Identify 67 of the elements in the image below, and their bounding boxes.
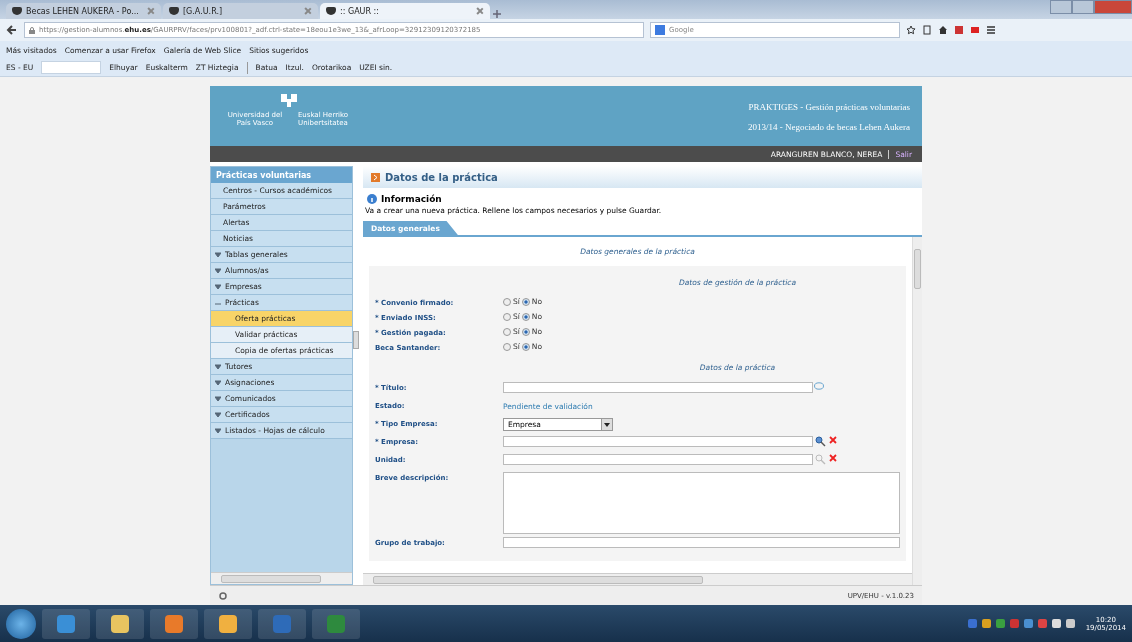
radio-button[interactable] — [503, 312, 511, 321]
caret-icon — [215, 251, 221, 258]
taskbar-button[interactable] — [42, 608, 90, 639]
collapse-handle[interactable] — [353, 331, 359, 349]
app-title: PRAKTIGES - Gestión prácticas voluntarias — [748, 102, 910, 112]
arrow-icon — [371, 172, 380, 182]
favicon-icon — [12, 7, 22, 15]
radio-button[interactable] — [503, 342, 511, 351]
caret-icon — [215, 379, 221, 386]
favicon-icon — [169, 7, 179, 15]
browser-tab[interactable]: [G.A.U.R.] — [163, 3, 318, 19]
close-icon[interactable] — [147, 7, 155, 15]
close-button[interactable] — [1094, 0, 1132, 14]
search-icon[interactable] — [815, 436, 826, 447]
speech-bubble-icon[interactable] — [813, 382, 824, 391]
input-field[interactable] — [503, 454, 813, 465]
sidebar-title: Prácticas voluntarias — [211, 167, 352, 183]
close-icon[interactable] — [304, 7, 312, 15]
star-icon[interactable] — [906, 25, 916, 35]
horizontal-scrollbar[interactable] — [211, 572, 352, 584]
caret-icon — [215, 363, 221, 370]
new-tab-icon[interactable] — [492, 9, 502, 19]
dictionary-field[interactable] — [41, 61, 102, 74]
description-field[interactable] — [503, 472, 900, 534]
addon-icon[interactable] — [954, 25, 964, 35]
close-icon[interactable] — [476, 7, 484, 15]
input-field[interactable] — [503, 382, 813, 393]
caret-icon — [215, 267, 221, 274]
caret-icon — [215, 395, 221, 402]
taskbar-button[interactable] — [96, 608, 144, 639]
radio-button[interactable] — [521, 312, 530, 321]
radio-button[interactable] — [503, 327, 511, 336]
caret-icon — [215, 427, 221, 434]
browser-tab[interactable]: :: GAUR :: — [320, 3, 490, 19]
back-icon[interactable] — [6, 24, 18, 36]
pdf-icon[interactable] — [970, 25, 980, 35]
input-field[interactable] — [503, 436, 813, 447]
favicon-icon — [326, 7, 336, 15]
home-icon[interactable] — [938, 25, 948, 35]
page-title: Datos de la práctica — [385, 171, 498, 183]
radio-button[interactable] — [521, 342, 530, 351]
input-field[interactable] — [503, 537, 900, 548]
clipboard-icon[interactable] — [922, 25, 932, 35]
clear-icon[interactable] — [829, 454, 837, 462]
dropdown-icon — [604, 422, 610, 427]
lock-icon — [29, 26, 35, 34]
taskbar-button[interactable] — [204, 608, 252, 639]
minimize-button[interactable] — [1050, 0, 1072, 14]
radio-button[interactable] — [521, 297, 530, 306]
maximize-button[interactable] — [1072, 0, 1094, 14]
info-icon — [367, 194, 377, 204]
browser-tab[interactable]: Becas LEHEN AUKERA - Po... — [6, 3, 161, 19]
caret-icon — [215, 283, 221, 290]
radio-button[interactable] — [521, 327, 530, 336]
horizontal-scrollbar[interactable] — [363, 573, 912, 585]
taskbar-button[interactable] — [150, 608, 198, 639]
app-subtitle: 2013/14 - Negociado de becas Lehen Aukera — [748, 122, 910, 132]
gear-icon — [218, 590, 228, 601]
start-button[interactable] — [6, 608, 36, 639]
vertical-scrollbar[interactable] — [912, 237, 922, 585]
google-icon — [655, 25, 665, 35]
info-title: Información — [381, 194, 442, 204]
caret-icon — [215, 411, 221, 418]
radio-button[interactable] — [503, 297, 511, 306]
university-logo-icon — [279, 92, 299, 108]
menu-icon[interactable] — [986, 25, 996, 35]
clear-icon[interactable] — [829, 436, 837, 444]
